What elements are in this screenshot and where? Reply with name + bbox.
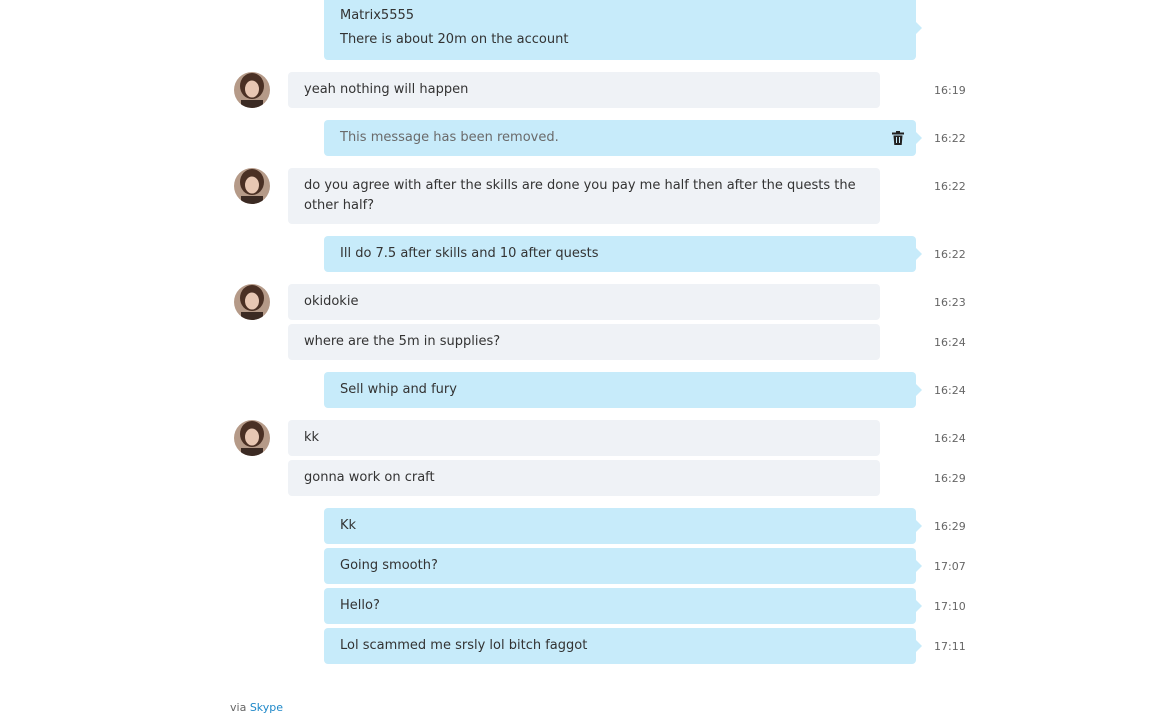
message-time: 16:24 — [934, 336, 966, 349]
message-bubble-outgoing[interactable]: Ill do 7.5 after skills and 10 after que… — [324, 236, 922, 272]
message-text: Kk — [340, 518, 357, 533]
message-text: Ill do 7.5 after skills and 10 after que… — [340, 246, 599, 261]
message-bubble-outgoing[interactable]: Hello? — [324, 588, 922, 624]
message-bubble-incoming[interactable]: yeah nothing will happen — [288, 72, 880, 108]
trash-icon[interactable] — [892, 131, 904, 145]
skype-link[interactable]: Skype — [250, 701, 283, 714]
message-bubble-outgoing[interactable]: Going smooth? — [324, 548, 922, 584]
message-text: Sell whip and fury — [340, 382, 457, 397]
message-time: 16:29 — [934, 520, 966, 533]
message-text: okidokie — [304, 294, 359, 309]
message-time: 16:22 — [934, 180, 966, 193]
message-text: gonna work on craft — [304, 470, 435, 485]
message-time: 17:11 — [934, 640, 966, 653]
message-bubble-incoming[interactable]: okidokie — [288, 284, 880, 320]
removed-message-text: This message has been removed. — [340, 130, 559, 145]
message-text: Going smooth? — [340, 558, 438, 573]
message-text: Lol scammed me srsly lol bitch faggot — [340, 638, 588, 653]
message-text: Hello? — [340, 598, 380, 613]
message-bubble-incoming[interactable]: where are the 5m in supplies? — [288, 324, 880, 360]
message-time: 16:23 — [934, 296, 966, 309]
avatar[interactable] — [234, 168, 270, 204]
message-time: 16:19 — [934, 84, 966, 97]
message-text: kk — [304, 430, 320, 445]
message-time: 16:22 — [934, 248, 966, 261]
message-bubble-outgoing[interactable]: Matrix5555 There is about 20m on the acc… — [324, 0, 922, 60]
message-text: yeah nothing will happen — [304, 82, 469, 97]
message-bubble-outgoing[interactable]: Lol scammed me srsly lol bitch faggot — [324, 628, 922, 664]
sender-name: Matrix5555 — [340, 8, 415, 23]
avatar[interactable] — [234, 420, 270, 456]
message-time: 17:10 — [934, 600, 966, 613]
message-text: where are the 5m in supplies? — [304, 334, 501, 349]
footer-via: via Skype — [230, 701, 283, 714]
message-bubble-outgoing[interactable]: Sell whip and fury — [324, 372, 922, 408]
message-time: 17:07 — [934, 560, 966, 573]
message-bubble-incoming[interactable]: gonna work on craft — [288, 460, 880, 496]
message-bubble-outgoing[interactable]: Kk — [324, 508, 922, 544]
message-bubble-incoming[interactable]: do you agree with after the skills are d… — [288, 168, 880, 224]
message-time: 16:24 — [934, 384, 966, 397]
message-time: 16:29 — [934, 472, 966, 485]
footer-prefix: via — [230, 701, 247, 714]
message-text: There is about 20m on the account — [340, 32, 569, 47]
message-text: do you agree with after the skills are d… — [304, 178, 856, 213]
message-time: 16:24 — [934, 432, 966, 445]
message-bubble-incoming[interactable]: kk — [288, 420, 880, 456]
message-bubble-removed[interactable]: This message has been removed. — [324, 120, 922, 156]
message-time: 16:22 — [934, 132, 966, 145]
avatar[interactable] — [234, 284, 270, 320]
avatar[interactable] — [234, 72, 270, 108]
